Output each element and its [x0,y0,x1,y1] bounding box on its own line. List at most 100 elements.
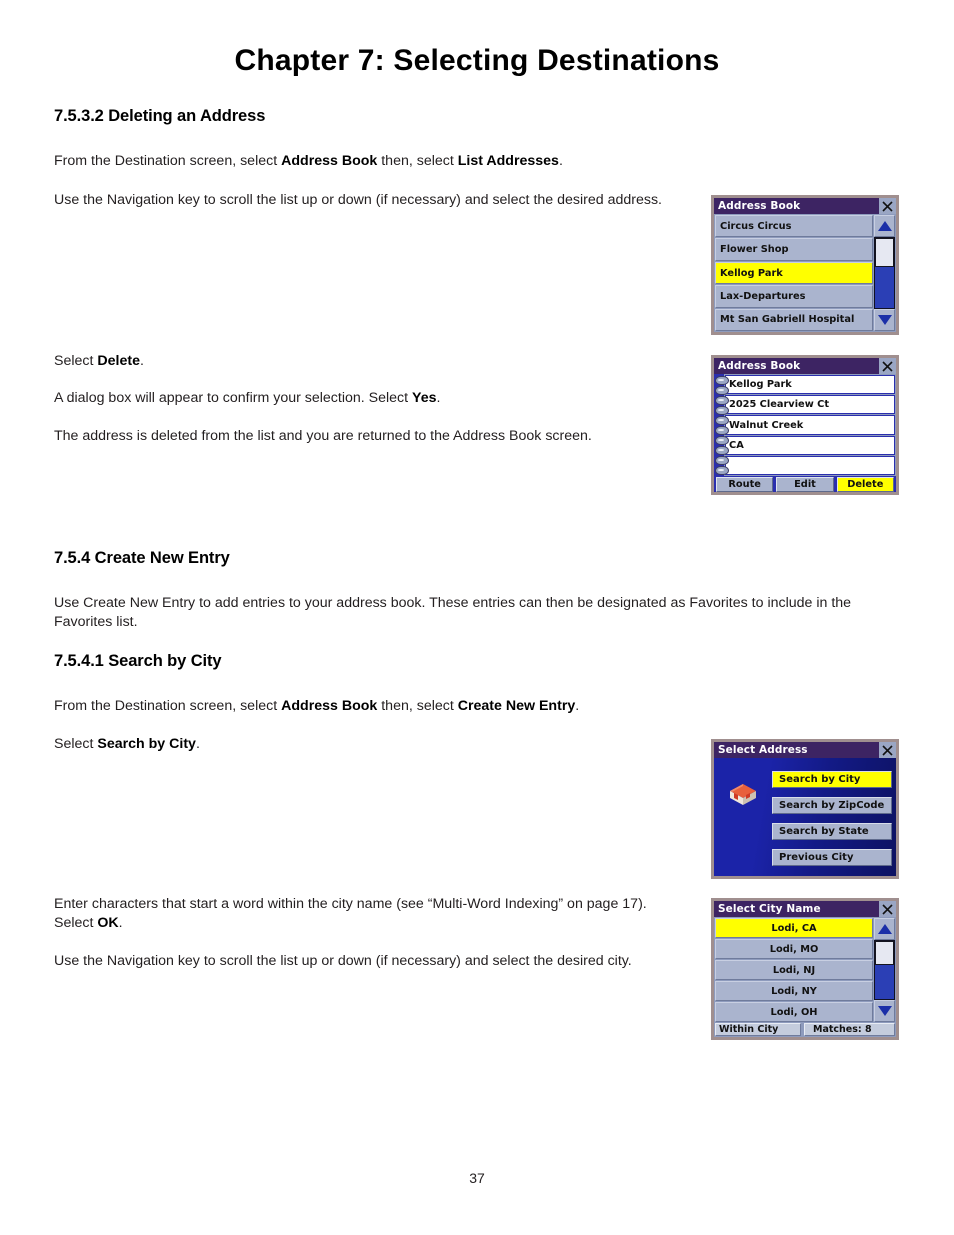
document-page: Chapter 7: Selecting Destinations 7.5.3.… [0,0,954,1235]
list-item-label: Kellog Park [720,267,783,279]
list-item[interactable]: Mt San Gabriell Hospital [715,308,873,332]
menu-item-label: Search by ZipCode [779,799,885,811]
list-item[interactable]: Lodi, NJ [715,960,873,980]
spiral-ring-icon [715,416,729,425]
page-number: 37 [469,1170,485,1186]
menu-item-search-by-city[interactable]: Search by City [772,770,892,788]
select-address-icon-column [714,758,772,876]
edit-button-label: Edit [794,479,816,490]
status-within-city[interactable]: Within City [715,1023,801,1036]
address-field-value: Walnut Creek [729,419,804,431]
screenshot-select-address: Select Address Search by City Search by … [711,739,899,879]
paragraph-create-new-entry-intro: Use Create New Entry to add entries to y… [54,595,852,630]
text-run: Select [54,353,98,369]
list-item[interactable]: Lax-Departures [715,285,873,308]
text-emphasis-search-by-city: Search by City [97,736,196,752]
list-item[interactable]: Lodi, NY [715,981,873,1001]
titlebar-address-book-record: Address Book [714,358,896,374]
address-field-city[interactable]: Walnut Creek [724,414,896,436]
list-item-label: Lax-Departures [720,290,806,302]
text-run: . [118,915,123,931]
scrollbar-track[interactable] [874,940,895,1000]
menu-item-label: Previous City [779,851,854,863]
list-item-label: Lodi, OH [770,1006,818,1018]
status-matches-label: Matches: 8 [813,1024,872,1035]
address-field-state[interactable]: CA [724,434,896,456]
paragraph-navigation-key-address: Use the Navigation key to scroll the lis… [54,192,662,208]
paragraph-enter-characters: Enter characters that start a word withi… [54,895,674,933]
spiral-ring-icon [715,396,729,405]
triangle-up-icon [877,217,893,236]
menu-item-label: Search by State [779,825,869,837]
delete-button-label: Delete [847,479,884,490]
text-emphasis-yes: Yes [412,390,437,406]
paragraph-destination-list-addresses: From the Destination screen, select Addr… [54,152,714,171]
close-x-icon[interactable] [879,901,896,917]
scroll-down-button[interactable] [874,1000,895,1022]
statusbar: Within City Matches: 8 [714,1023,896,1037]
text-run: Enter characters that start a word withi… [54,896,647,931]
delete-button[interactable]: Delete [836,477,894,492]
edit-button[interactable]: Edit [776,477,834,492]
text-emphasis-list-addresses: List Addresses [457,153,559,169]
close-x-icon[interactable] [879,198,896,214]
close-x-icon[interactable] [879,742,896,758]
menu-item-search-by-state[interactable]: Search by State [772,822,892,840]
text-emphasis-delete: Delete [97,353,140,369]
paragraph-dialog-confirm: A dialog box will appear to confirm your… [54,389,674,408]
list-item-label: Lodi, CA [771,922,817,934]
address-field-empty[interactable] [724,454,896,477]
list-item[interactable]: Lodi, MO [715,939,873,959]
address-record-buttons: Route Edit Delete [715,476,895,492]
text-emphasis-ok: OK [97,915,119,931]
address-list: Circus Circus Flower Shop Kellog Park La… [714,214,896,332]
spiral-ring-icon [715,456,729,465]
scrollbar-track[interactable] [874,237,895,309]
titlebar-label: Address Book [718,360,801,372]
triangle-up-icon [877,920,893,939]
menu-item-previous-city[interactable]: Previous City [772,848,892,866]
spiral-ring-icon [715,466,729,475]
spiral-ring-icon [715,436,729,445]
list-item-selected[interactable]: Lodi, CA [715,918,873,938]
page-title: Chapter 7: Selecting Destinations [234,44,720,77]
paragraph-select-search-by-city: Select Search by City. [54,735,674,754]
address-field-name[interactable]: Kellog Park [724,373,896,396]
spiral-ring-icon [715,386,729,395]
text-emphasis-address-book: Address Book [281,153,378,169]
address-list-rows: Circus Circus Flower Shop Kellog Park La… [714,214,874,332]
text-run: . [195,736,200,752]
scrollbar-thumb[interactable] [875,941,894,966]
spiral-ring-icon [715,426,729,435]
scroll-up-button[interactable] [874,215,895,237]
scrollbar-thumb[interactable] [875,238,894,268]
scrollbar[interactable] [874,917,896,1023]
titlebar-label: Select Address [718,744,808,756]
list-item[interactable]: Lodi, OH [715,1002,873,1022]
list-item-selected[interactable]: Kellog Park [715,261,873,285]
scroll-up-button[interactable] [874,918,895,940]
list-item[interactable]: Circus Circus [715,215,873,238]
text-run: From the Destination screen, select [54,153,282,169]
route-button-label: Route [728,479,761,490]
paragraph-select-delete: Select Delete. [54,352,674,371]
close-x-icon[interactable] [879,358,896,374]
heading-search-by-city: 7.5.4.1 Search by City [54,652,222,670]
scrollbar[interactable] [874,214,896,332]
address-field-street[interactable]: 2025 Clearview Ct [724,394,896,416]
list-item-label: Lodi, NJ [772,964,816,976]
text-run: From the Destination screen, select [54,698,282,714]
text-run: . [139,353,144,369]
text-run: then, select [377,698,458,714]
text-emphasis-create-new-entry: Create New Entry [457,698,576,714]
list-item[interactable]: Flower Shop [715,238,873,261]
text-run: . [558,153,563,169]
paragraph-navigation-key-city: Use the Navigation key to scroll the lis… [54,953,632,969]
address-field-value: CA [729,439,744,451]
menu-item-search-by-zipcode[interactable]: Search by ZipCode [772,796,892,814]
route-button[interactable]: Route [716,477,774,492]
screenshot-address-book-list: Address Book Circus Circus Flower Shop K… [711,195,899,335]
city-list: Lodi, CA Lodi, MO Lodi, NJ Lodi, NY Lodi… [714,917,896,1023]
scroll-down-button[interactable] [874,309,895,331]
address-record-card: Kellog Park 2025 Clearview Ct Walnut Cre… [714,373,896,492]
